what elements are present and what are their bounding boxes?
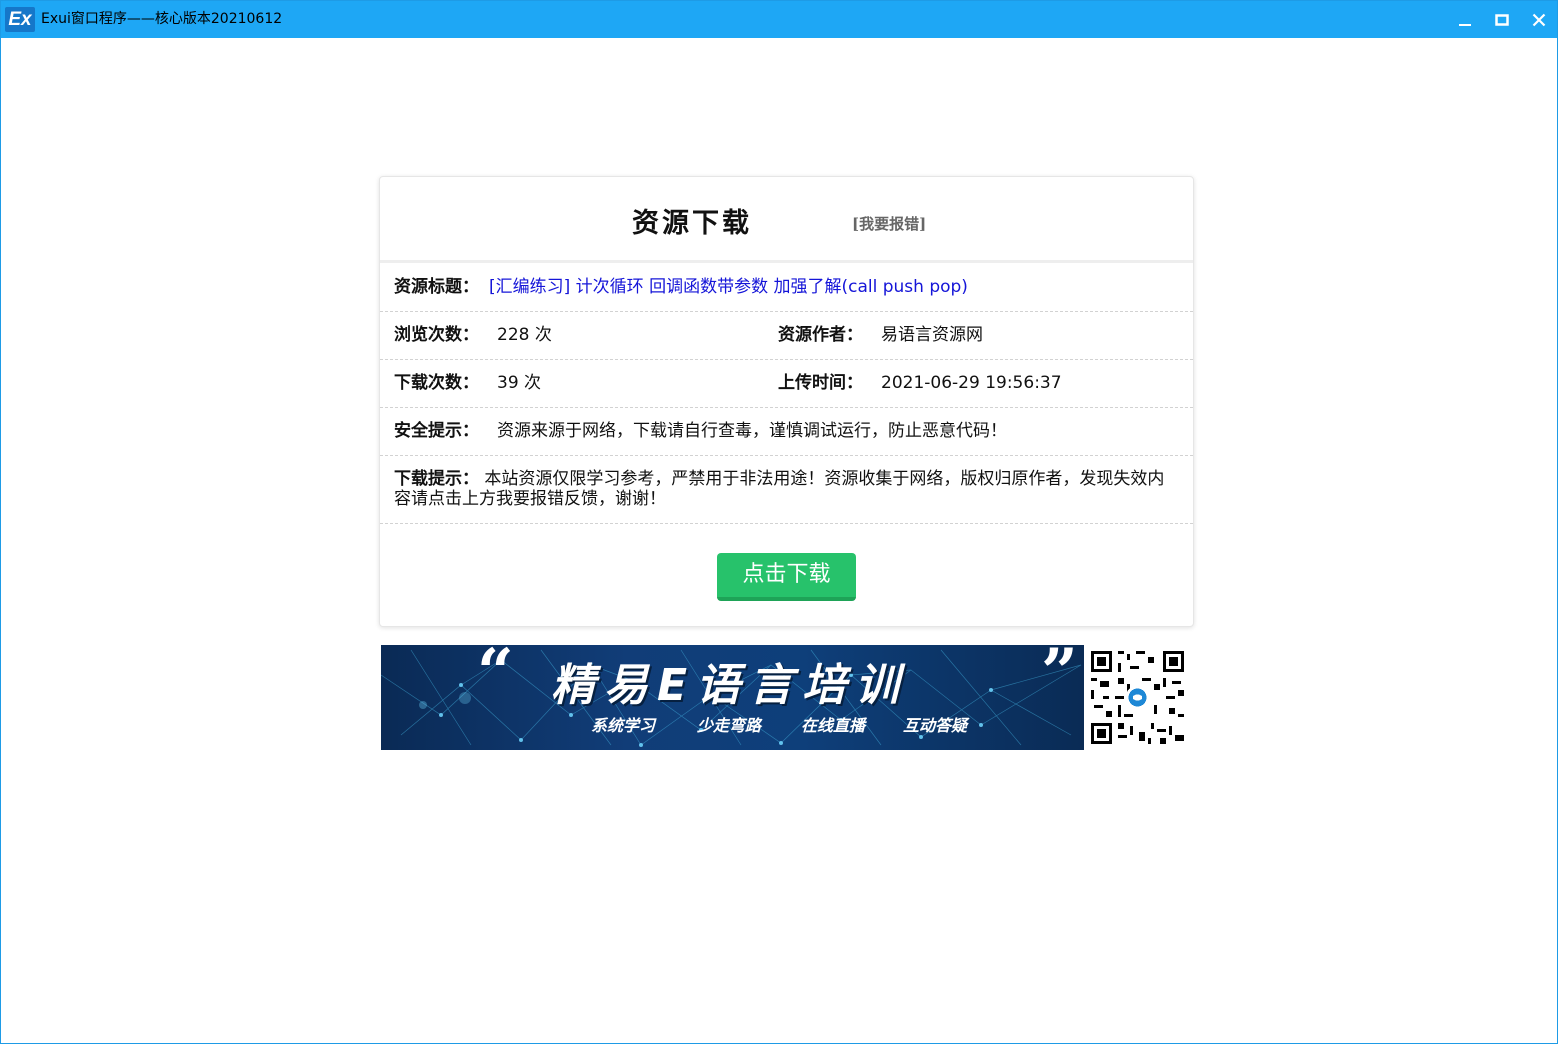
banner-tag-live: 在线直播: [801, 716, 866, 735]
training-banner[interactable]: “ 精易E语言培训 ” 系统学习 少走弯路 在线直播 互动答疑: [381, 645, 1084, 750]
card-title: 资源下载: [632, 208, 752, 239]
resource-title-label: 资源标题：: [394, 277, 479, 297]
close-button[interactable]: [1524, 5, 1554, 35]
minimize-button[interactable]: [1450, 5, 1480, 35]
card-header: 资源下载 [我要报错]: [380, 177, 1193, 263]
maximize-button[interactable]: [1487, 5, 1517, 35]
upload-time-value: 2021-06-29 19:56:37: [881, 373, 1062, 393]
banner-tag-shortcut: 少走弯路: [697, 716, 762, 735]
author-value: 易语言资源网: [881, 325, 983, 345]
downloads-label: 下载次数：: [394, 373, 479, 393]
close-icon: [1532, 13, 1546, 27]
minimize-icon: [1459, 24, 1471, 26]
banner-tags: 系统学习 少走弯路 在线直播 互动答疑: [591, 712, 991, 738]
download-tip-text: 下载提示： 本站资源仅限学习参考，严禁用于非法用途！资源收集于网络，版权归原作者…: [394, 469, 1174, 509]
resource-title-row: 资源标题： [汇编练习] 计次循环 回调函数带参数 加强了解(call push…: [380, 264, 1193, 312]
qr-code-icon: [1088, 648, 1187, 747]
views-label: 浏览次数：: [394, 325, 479, 345]
banner-quote-open: “: [477, 645, 514, 710]
resource-download-card: 资源下载 [我要报错] 资源标题： [汇编练习] 计次循环 回调函数带参数 加强…: [379, 176, 1194, 627]
safety-label: 安全提示：: [394, 421, 479, 441]
banner-headline: 精易E语言培训: [551, 660, 909, 711]
banner-quote-close: ”: [1041, 645, 1078, 710]
window-title: Exui窗口程序——核心版本20210612: [41, 11, 283, 27]
app-logo-icon: Ex: [5, 7, 35, 32]
author-label: 资源作者：: [778, 325, 863, 345]
download-tip-value: 本站资源仅限学习参考，严禁用于非法用途！资源收集于网络，版权归原作者，发现失效内…: [394, 469, 1165, 509]
title-bar[interactable]: Ex Exui窗口程序——核心版本20210612: [1, 1, 1557, 38]
app-window: Ex Exui窗口程序——核心版本20210612 资源下载 [我要报错] 资源…: [0, 0, 1558, 1044]
downloads-value: 39 次: [497, 373, 542, 393]
resource-title-link[interactable]: [汇编练习] 计次循环 回调函数带参数 加强了解(call push pop): [489, 264, 968, 311]
download-tip-label: 下载提示：: [394, 469, 479, 489]
downloads-time-row: 下载次数： 39 次 上传时间： 2021-06-29 19:56:37: [380, 360, 1193, 408]
report-error-link[interactable]: [我要报错]: [852, 213, 926, 234]
safety-tip-row: 安全提示： 资源来源于网络，下载请自行查毒，谨慎调试运行，防止恶意代码！: [380, 408, 1193, 456]
banner-tag-study: 系统学习: [591, 716, 656, 735]
upload-time-label: 上传时间：: [778, 373, 863, 393]
download-tip-row: 下载提示： 本站资源仅限学习参考，严禁用于非法用途！资源收集于网络，版权归原作者…: [380, 456, 1193, 524]
download-button[interactable]: 点击下载: [717, 553, 856, 601]
views-author-row: 浏览次数： 228 次 资源作者： 易语言资源网: [380, 312, 1193, 360]
banner-tag-qa: 互动答疑: [903, 716, 968, 735]
maximize-icon: [1495, 14, 1509, 26]
views-value: 228 次: [497, 325, 552, 345]
safety-value: 资源来源于网络，下载请自行查毒，谨慎调试运行，防止恶意代码！: [497, 421, 1007, 441]
